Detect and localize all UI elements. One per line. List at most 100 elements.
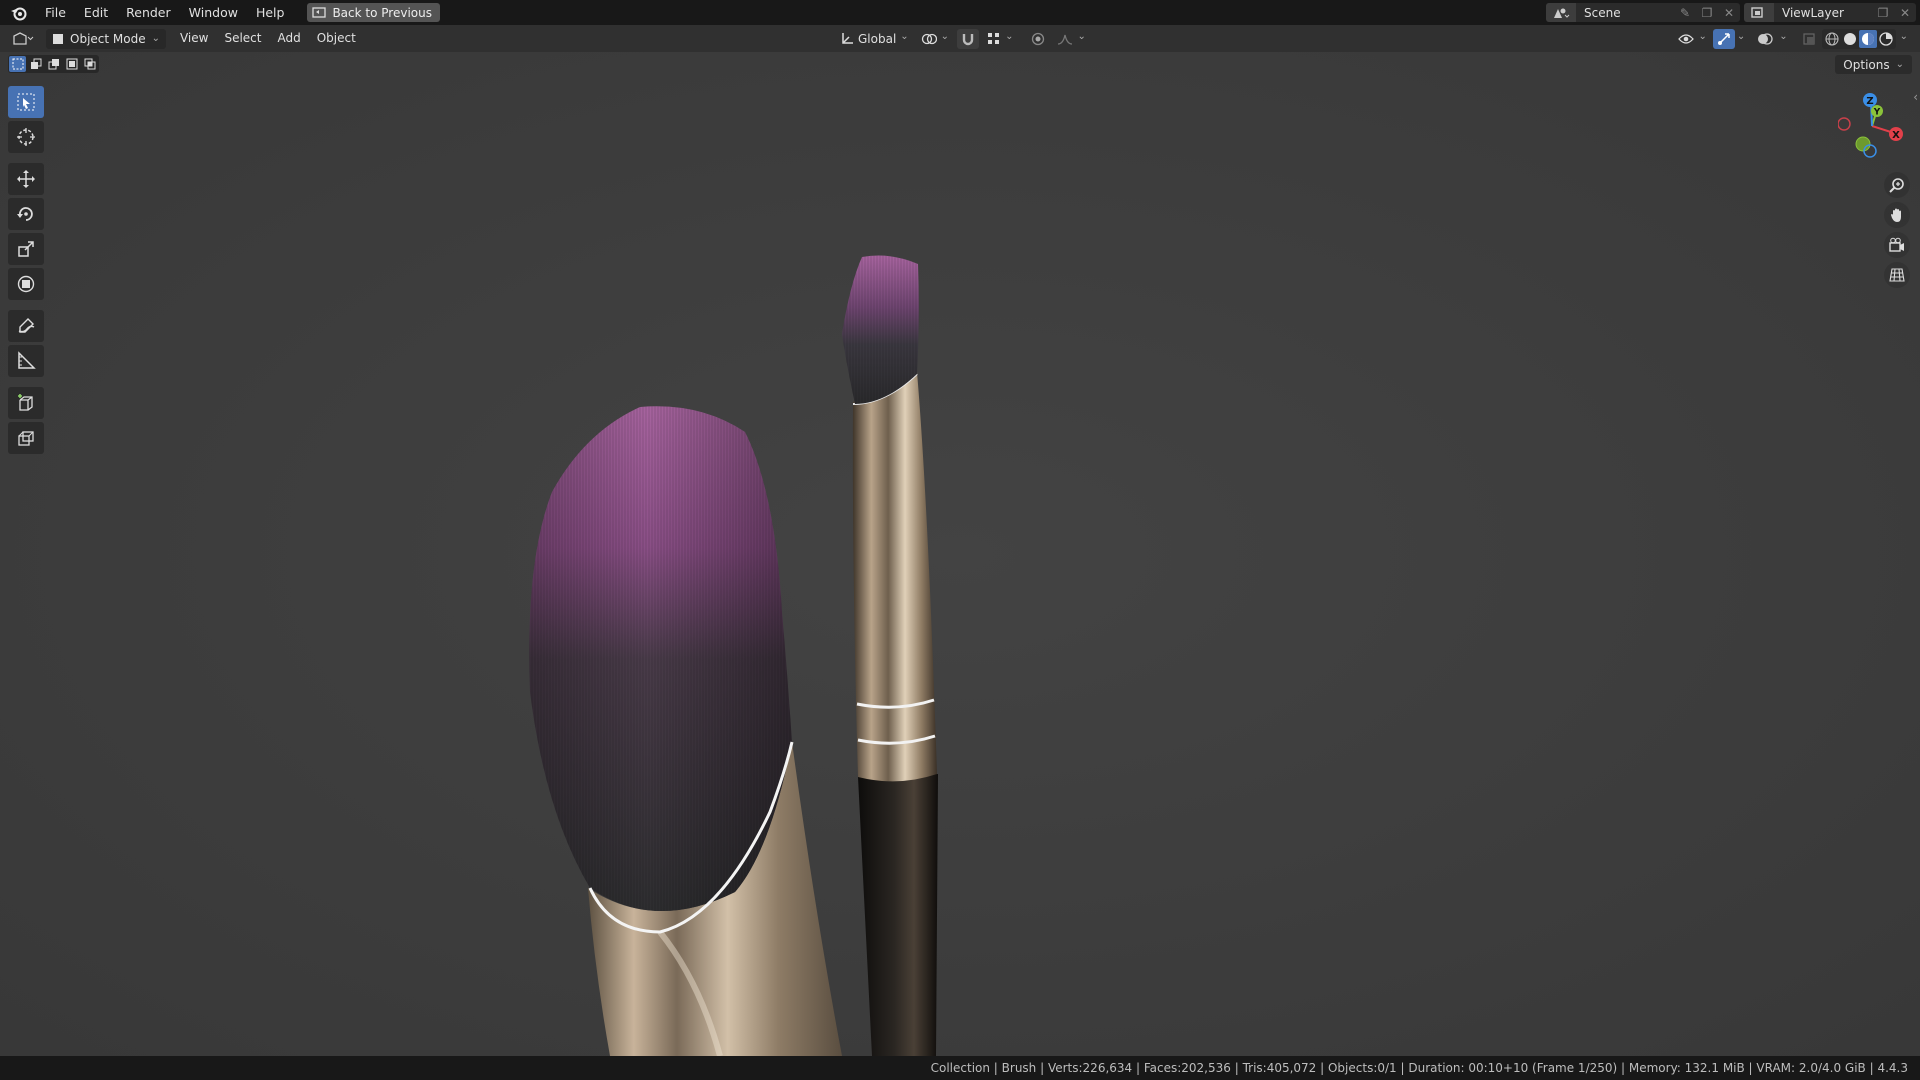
tool-select-box[interactable] <box>8 86 44 118</box>
3d-viewport[interactable]: Options ⌄ ‹ X Y Z <box>0 52 1920 1056</box>
tool-gap <box>8 380 46 387</box>
solid-sphere-icon <box>1843 32 1856 45</box>
camera-icon <box>1889 237 1904 252</box>
delete-view-layer-icon[interactable]: ✕ <box>1894 3 1916 22</box>
transform-icon <box>17 275 35 293</box>
zoom-magnifier-icon <box>1889 178 1904 193</box>
menu-help[interactable]: Help <box>247 0 294 25</box>
mode-selector[interactable]: Object Mode ⌄ <box>46 28 166 49</box>
options-dropdown[interactable]: Options ⌄ <box>1835 55 1912 74</box>
menu-select[interactable]: Select <box>216 25 269 52</box>
grid-perspective-icon <box>1889 268 1905 282</box>
menu-add[interactable]: Add <box>270 25 309 52</box>
view-layer-selector[interactable]: ViewLayer ❐ ✕ <box>1744 3 1916 22</box>
viewport-background <box>0 52 1920 1056</box>
gizmo-neg-y-dot[interactable] <box>1855 136 1871 152</box>
overlays-toggle[interactable] <box>1753 29 1777 49</box>
select-extend-button[interactable] <box>27 56 44 72</box>
extrude-icon <box>18 431 34 446</box>
tool-cursor[interactable] <box>8 121 44 153</box>
menu-file[interactable]: File <box>36 0 75 25</box>
sidebar-toggle-arrow[interactable]: ‹ <box>1913 90 1918 104</box>
tool-rotate[interactable] <box>8 198 44 230</box>
pan-button[interactable] <box>1884 202 1910 228</box>
perspective-toggle-button[interactable] <box>1884 262 1910 288</box>
menu-object[interactable]: Object <box>309 25 364 52</box>
transform-orientation-dropdown[interactable]: Global <box>836 29 913 49</box>
proportional-edit-toggle[interactable] <box>1027 29 1049 49</box>
menu-edit[interactable]: Edit <box>75 0 117 25</box>
pin-icon[interactable]: ✎ <box>1674 3 1696 22</box>
select-subtract-button[interactable] <box>45 56 62 72</box>
workspace-selectors: Scene ✎ ❐ ✕ ViewLayer ❐ ✕ <box>1546 0 1920 25</box>
wireframe-shading-button[interactable] <box>1823 30 1841 48</box>
menu-render[interactable]: Render <box>117 0 180 25</box>
snap-toggle[interactable] <box>957 28 980 49</box>
select-invert-button[interactable] <box>63 56 80 72</box>
tool-measure[interactable] <box>8 345 44 377</box>
tool-extrude[interactable] <box>8 422 44 454</box>
gizmo-x-label: X <box>1892 130 1900 141</box>
tool-scale[interactable] <box>8 233 44 265</box>
pivot-point-dropdown[interactable] <box>917 29 953 49</box>
gizmo-dropdown[interactable] <box>1737 29 1745 49</box>
magnet-icon <box>962 33 974 45</box>
select-subtract-icon <box>48 59 59 70</box>
gizmo-y-label: Y <box>1873 108 1881 118</box>
select-extend-icon <box>30 58 41 69</box>
annotate-pencil-icon <box>18 318 35 333</box>
camera-view-button[interactable] <box>1884 232 1910 258</box>
tool-move[interactable] <box>8 163 44 195</box>
scene-statistics: Collection | Brush | Verts:226,634 | Fac… <box>930 1061 1908 1075</box>
tool-transform[interactable] <box>8 268 44 300</box>
new-view-layer-icon[interactable]: ❐ <box>1872 3 1894 22</box>
zoom-button[interactable] <box>1884 172 1910 198</box>
cursor-icon <box>17 128 35 146</box>
back-to-previous-button[interactable]: Back to Previous <box>307 3 440 22</box>
editor-type-selector[interactable] <box>6 28 40 50</box>
new-scene-icon[interactable]: ❐ <box>1696 3 1718 22</box>
material-preview-shading-button[interactable] <box>1858 29 1877 48</box>
blender-logo-icon[interactable] <box>8 2 30 24</box>
shading-dropdown[interactable] <box>1898 29 1910 49</box>
snap-grid-icon <box>988 32 1000 44</box>
select-new-button[interactable] <box>9 56 26 72</box>
gizmo-neg-z-dot[interactable] <box>1863 144 1877 158</box>
rotate-icon <box>17 207 33 221</box>
scene-icon <box>1546 3 1576 22</box>
viewport-display-tools <box>1674 28 1910 49</box>
scene-selector[interactable]: Scene ✎ ❐ ✕ <box>1546 3 1740 22</box>
gizmo-toggle[interactable] <box>1712 28 1735 49</box>
back-to-previous-label: Back to Previous <box>332 5 432 20</box>
top-menubar: File Edit Render Window Help Back to Pre… <box>0 0 1920 25</box>
menu-view[interactable]: View <box>172 25 216 52</box>
visibility-dropdown[interactable] <box>1674 29 1710 49</box>
eye-icon <box>1678 33 1695 44</box>
snap-target-dropdown[interactable] <box>983 29 1017 49</box>
transform-tools-group: Global <box>836 28 1090 49</box>
select-invert-icon <box>66 58 77 70</box>
menu-window[interactable]: Window <box>180 0 247 25</box>
chevron-down-icon: ⌄ <box>1895 59 1904 70</box>
rendered-shading-button[interactable] <box>1877 30 1895 48</box>
mode-label: Object Mode <box>70 31 146 46</box>
overlays-dropdown[interactable] <box>1779 29 1787 49</box>
navigation-gizmo[interactable]: X Y Z <box>1838 88 1908 166</box>
gizmo-neg-x-dot[interactable] <box>1838 117 1851 131</box>
delete-scene-icon[interactable]: ✕ <box>1718 3 1740 22</box>
solid-shading-button[interactable] <box>1841 30 1859 48</box>
scene-name[interactable]: Scene <box>1576 6 1674 20</box>
tool-annotate[interactable] <box>8 310 44 342</box>
falloff-dropdown[interactable] <box>1053 29 1089 49</box>
status-bar: Collection | Brush | Verts:226,634 | Fac… <box>0 1056 1920 1080</box>
viewport-header: Object Mode ⌄ View Select Add Object Glo… <box>0 25 1920 52</box>
material-sphere-icon <box>1861 32 1874 45</box>
select-intersect-button[interactable] <box>81 56 98 72</box>
view-layer-name[interactable]: ViewLayer <box>1774 6 1872 20</box>
tool-add-cube[interactable] <box>8 387 44 419</box>
chevron-down-icon: ⌄ <box>151 33 160 44</box>
xray-toggle[interactable] <box>1798 29 1820 49</box>
gizmo-z-label: Z <box>1866 96 1873 107</box>
viewport-scene[interactable] <box>0 52 1920 1056</box>
proportional-edit-icon <box>1032 32 1045 45</box>
